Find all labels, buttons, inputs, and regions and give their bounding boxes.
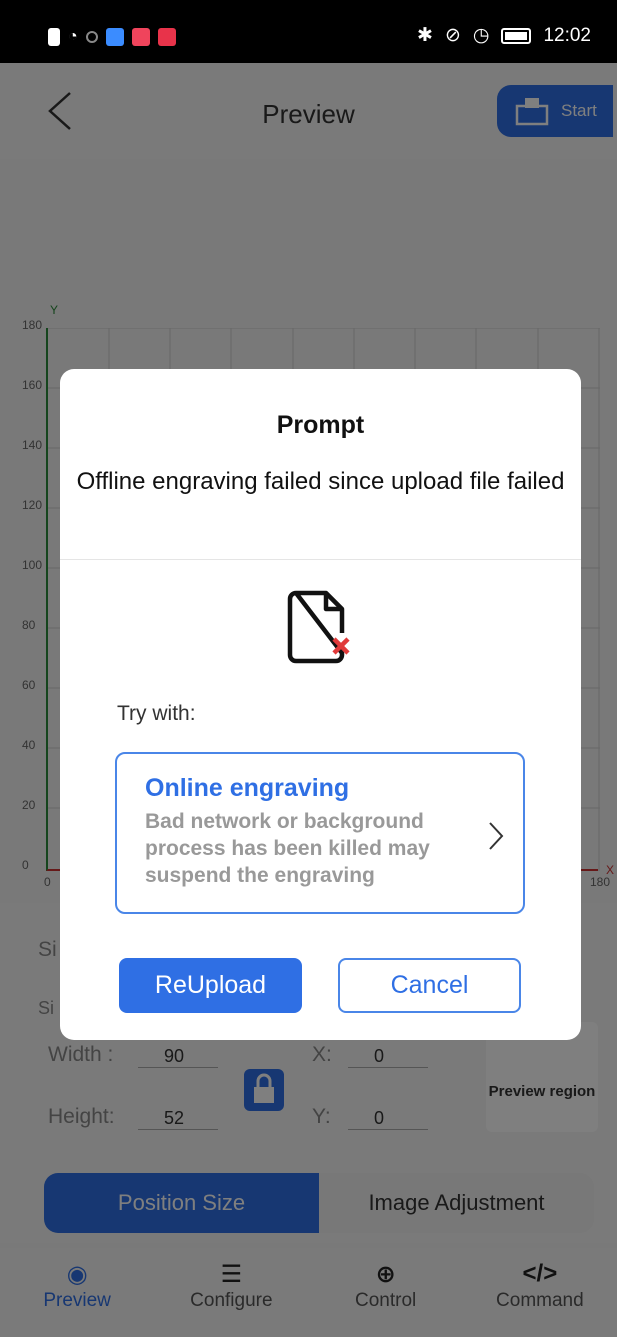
app-icon-blue <box>105 28 124 46</box>
file-error-icon <box>287 590 350 664</box>
dialog-divider <box>60 559 581 560</box>
dialog-title: Prompt <box>276 411 365 439</box>
option-description: Bad network or background process has be… <box>145 810 430 887</box>
dialog-message: Offline engraving failed since upload fi… <box>76 468 565 495</box>
status-time: 12:02 <box>543 24 591 46</box>
try-with-label: Try with: <box>117 702 196 725</box>
bluetooth-icon: ✱ <box>417 25 433 46</box>
app-icon-red2 <box>157 28 176 46</box>
option-title: Online engraving <box>145 774 350 802</box>
mute-icon: ⊘ <box>444 25 461 46</box>
online-engraving-option[interactable]: Online engraving Bad network or backgrou… <box>115 752 525 914</box>
status-left-icons: ◔ <box>48 28 176 46</box>
chevron-right-icon <box>489 822 504 850</box>
prompt-dialog: Prompt Offline engraving failed since up… <box>60 369 581 1040</box>
battery-icon <box>501 27 532 44</box>
alert-icon <box>48 28 60 46</box>
reupload-button[interactable]: ReUpload <box>119 958 302 1013</box>
status-bar: ◔ ✱ ⊘ ◷ 12:02 <box>0 0 617 63</box>
cancel-button[interactable]: Cancel <box>338 958 521 1013</box>
wifi-icon: ◔ <box>68 28 78 45</box>
app-icon-red <box>131 28 150 46</box>
circle-icon <box>85 31 98 43</box>
status-right-icons: ✱ ⊘ ◷ 12:02 <box>417 24 591 47</box>
speed-icon: ◷ <box>472 25 490 46</box>
